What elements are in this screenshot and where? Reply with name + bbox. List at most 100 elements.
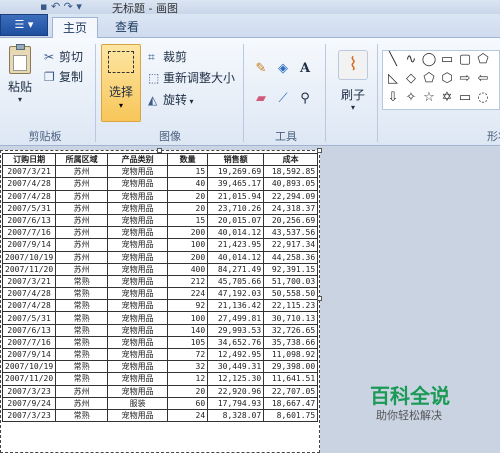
- scissors-icon: ✂: [44, 50, 55, 64]
- table-cell: 苏州: [55, 165, 109, 179]
- column-header: 所属区域: [55, 152, 109, 167]
- magnifier-icon[interactable]: ⚲: [296, 90, 314, 108]
- table-cell: 苏州: [55, 238, 109, 252]
- select-button[interactable]: 选择 ▾: [101, 44, 141, 122]
- pentagon-shape-icon[interactable]: ⬠: [421, 71, 437, 87]
- resize-handle[interactable]: [317, 148, 322, 153]
- table-cell: 宠物用品: [107, 213, 169, 228]
- resize-handle[interactable]: [157, 148, 162, 153]
- oval-callout-shape-icon[interactable]: ◌: [475, 90, 491, 106]
- table-cell: 29,993.53: [207, 323, 265, 337]
- table-row: 2007/10/19 常熟 宠物用品 32 30,449.31 29,398.00: [1, 360, 319, 374]
- tools-group-label: 工具: [275, 130, 297, 143]
- six-point-star-shape-icon[interactable]: ✡: [439, 90, 455, 106]
- image-group-label: 图像: [159, 130, 181, 143]
- clipboard-group-label: 剪贴板: [28, 130, 62, 143]
- chevron-down-icon: ▾: [187, 97, 194, 106]
- table-row: 2007/11/20 苏州 宠物用品 400 84,271.49 92,391.15: [1, 262, 319, 276]
- table-cell: 宠物用品: [107, 250, 169, 264]
- table-cell: 常熟: [55, 360, 109, 374]
- table-cell: 2007/9/14: [1, 347, 57, 362]
- table-cell: 2007/5/31: [1, 311, 57, 325]
- table-cell: 19,269.69: [207, 165, 265, 179]
- table-cell: 51,700.03: [263, 274, 319, 289]
- eraser-icon[interactable]: ▰: [252, 90, 270, 108]
- rotate-button[interactable]: ◭ 旋转 ▾: [148, 91, 194, 108]
- ribbon-separator: [95, 44, 96, 142]
- shapes-gallery[interactable]: ╲ ∿ ◯ ▭ ▢ ⬠ ◺ ◇ ⬠ ⬡ ⇨ ⇦ ⇩ ✧ ☆ ✡ ▭ ◌: [382, 50, 500, 110]
- table-cell: 宠物用品: [107, 165, 169, 179]
- text-tool-icon[interactable]: A: [296, 60, 314, 78]
- table-cell: 40: [167, 177, 209, 191]
- chevron-down-icon: ▾: [350, 103, 355, 112]
- pencil-icon[interactable]: ✎: [252, 60, 270, 78]
- diamond-shape-icon[interactable]: ◇: [403, 71, 419, 87]
- arrow-down-shape-icon[interactable]: ⇩: [385, 90, 401, 106]
- resize-button[interactable]: ⬚ 重新调整大小: [148, 69, 235, 86]
- table-cell: 服装: [107, 396, 169, 410]
- brush-button[interactable]: ⌇ 刷子 ▾: [333, 50, 373, 112]
- table-cell: 宠物用品: [107, 262, 169, 276]
- ribbon-separator: [325, 44, 326, 142]
- table-cell: 苏州: [55, 213, 109, 228]
- table-cell: 12: [167, 372, 209, 386]
- oval-shape-icon[interactable]: ◯: [421, 52, 437, 68]
- paste-button[interactable]: 粘贴 ▾: [4, 44, 36, 104]
- table-row: 2007/3/23 苏州 宠物用品 20 22,920.96 22,707.05: [1, 384, 319, 398]
- table-cell: 宠物用品: [107, 189, 169, 203]
- tab-home[interactable]: 主页: [52, 17, 98, 38]
- table-cell: 17,794.93: [207, 396, 265, 410]
- table-row: 2007/4/28 常熟 宠物用品 224 47,192.03 50,558.50: [1, 287, 319, 301]
- table-cell: 宠物用品: [107, 360, 169, 374]
- table-cell: 40,893.05: [263, 177, 319, 191]
- table-cell: 15: [167, 165, 209, 179]
- triangle-shape-icon[interactable]: ◺: [385, 71, 401, 87]
- table-cell: 2007/10/19: [1, 360, 57, 374]
- column-header: 产品类别: [107, 152, 169, 167]
- polygon-shape-icon[interactable]: ⬠: [475, 52, 491, 68]
- table-cell: 45,705.66: [207, 274, 265, 289]
- resize-handle[interactable]: [317, 296, 322, 301]
- table-cell: 常熟: [55, 323, 109, 337]
- table-row: 2007/9/14 常熟 宠物用品 72 12,492.95 11,098.92: [1, 347, 319, 362]
- table-cell: 宠物用品: [107, 201, 169, 215]
- table-cell: 21,015.94: [207, 189, 265, 203]
- ribbon-separator: [377, 44, 378, 142]
- table-cell: 29,398.00: [263, 360, 319, 374]
- fill-bucket-icon[interactable]: ◈: [274, 60, 292, 78]
- line-shape-icon[interactable]: ╲: [385, 52, 401, 68]
- star-shape-icon[interactable]: ☆: [421, 90, 437, 106]
- table-cell: 32: [167, 360, 209, 374]
- table-cell: 18,592.85: [263, 165, 319, 179]
- table-cell: 2007/4/28: [1, 287, 57, 301]
- rectangle-shape-icon[interactable]: ▭: [439, 52, 455, 68]
- hexagon-shape-icon[interactable]: ⬡: [439, 71, 455, 87]
- table-cell: 100: [167, 311, 209, 325]
- four-point-star-shape-icon[interactable]: ✧: [403, 90, 419, 106]
- arrow-right-shape-icon[interactable]: ⇨: [457, 71, 473, 87]
- table-cell: 100: [167, 238, 209, 252]
- rotate-icon: ◭: [148, 93, 158, 107]
- tab-view[interactable]: 查看: [104, 17, 150, 38]
- callout-shape-icon[interactable]: ▭: [457, 90, 473, 106]
- table-cell: 宠物用品: [107, 311, 169, 325]
- copy-button[interactable]: ❐ 复制: [44, 68, 83, 85]
- table-cell: 2007/11/20: [1, 372, 57, 386]
- table-row: 2007/3/21 常熟 宠物用品 212 45,705.66 51,700.03: [1, 274, 319, 289]
- rounded-rectangle-shape-icon[interactable]: ▢: [457, 52, 473, 68]
- quick-access-toolbar[interactable]: ▪ ↶ ↷ ▾: [40, 0, 82, 13]
- table-row: 2007/3/21 苏州 宠物用品 15 19,269.69 18,592.85: [1, 165, 319, 179]
- crop-button[interactable]: ⌗ 裁剪: [148, 48, 187, 65]
- curve-shape-icon[interactable]: ∿: [403, 52, 419, 68]
- table-cell: 宠物用品: [107, 299, 169, 313]
- table-cell: 44,258.36: [263, 250, 319, 264]
- brush-icon: ⌇: [338, 50, 368, 80]
- resize-icon: ⬚: [148, 71, 160, 85]
- arrow-left-shape-icon[interactable]: ⇦: [475, 71, 491, 87]
- cut-button[interactable]: ✂ 剪切: [44, 48, 83, 65]
- chevron-down-icon: ▾: [118, 101, 123, 110]
- color-picker-icon[interactable]: ⟋: [274, 90, 292, 108]
- app-menu-button[interactable]: ☰ ▾: [0, 14, 48, 36]
- clipboard-icon: [9, 44, 31, 74]
- column-header: 销售额: [207, 152, 265, 167]
